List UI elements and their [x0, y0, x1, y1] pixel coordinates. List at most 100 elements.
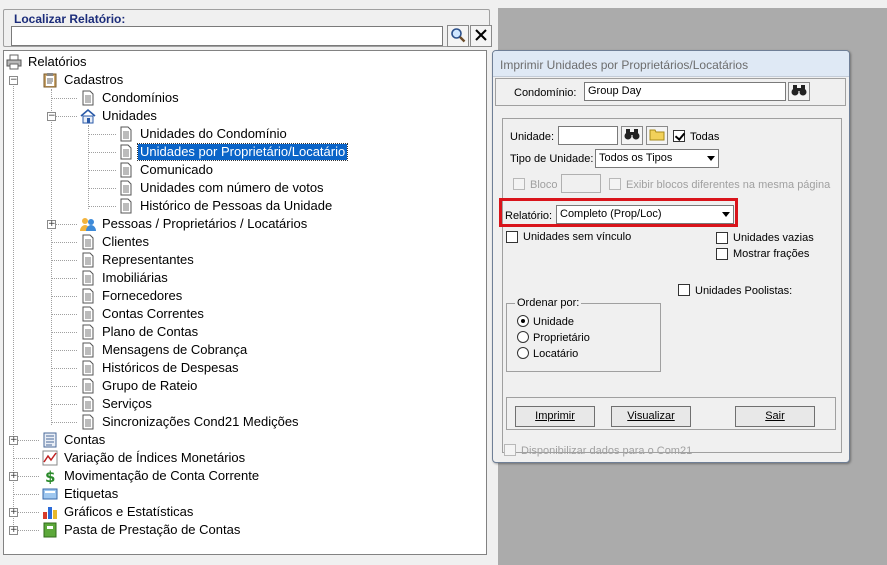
tree-node-variacao-indices[interactable]: Variação de Índices Monetários: [42, 449, 247, 467]
tree-connector: [51, 296, 77, 297]
tree-node-pessoas[interactable]: Pessoas / Proprietários / Locatários: [80, 215, 309, 233]
unidades-vazias-checkbox[interactable]: [716, 232, 728, 244]
unidade-folder-button[interactable]: [646, 126, 668, 145]
tree-label: Comunicado: [140, 162, 213, 177]
tree-node-unidades-do-condominio[interactable]: Unidades do Condomínio: [118, 125, 289, 143]
document-icon: [80, 396, 96, 412]
document-icon: [118, 162, 134, 178]
tree-node-movimentacao[interactable]: $ Movimentação de Conta Corrente: [42, 467, 261, 485]
tree-node-fornecedores[interactable]: Fornecedores: [80, 287, 184, 305]
tree-node-clientes[interactable]: Clientes: [80, 233, 151, 251]
folder-icon: [649, 127, 665, 144]
tree-node-imobiliarias[interactable]: Imobiliárias: [80, 269, 170, 287]
document-icon: [118, 180, 134, 196]
tree-node-relatorios[interactable]: Relatórios: [6, 53, 89, 71]
tree-label: Contas Correntes: [102, 306, 204, 321]
tree-connector: [51, 89, 52, 425]
tree-node-unidades[interactable]: Unidades: [80, 107, 159, 125]
tree-label: Históricos de Despesas: [102, 360, 239, 375]
expand-toggle-pessoas[interactable]: +: [47, 220, 56, 229]
condominio-field[interactable]: Group Day: [584, 82, 786, 101]
tree-label: Grupo de Rateio: [102, 378, 198, 393]
tree-label: Representantes: [102, 252, 194, 267]
tree-connector: [51, 278, 77, 279]
tree-node-historico-de-pessoas[interactable]: Histórico de Pessoas da Unidade: [118, 197, 334, 215]
mostrar-fracoes-checkbox[interactable]: [716, 248, 728, 260]
bloco-label: Bloco: [530, 179, 558, 191]
condominio-search-button[interactable]: [788, 82, 810, 101]
tree-node-servicos[interactable]: Serviços: [80, 395, 154, 413]
unidades-poolistas-checkbox[interactable]: [678, 284, 690, 296]
imprimir-button[interactable]: Imprimir: [515, 406, 595, 427]
ordenar-proprietario-radio[interactable]: [517, 331, 529, 343]
tree-node-contas[interactable]: Contas: [42, 431, 107, 449]
tree-label: Unidades por Proprietário/Locatário: [136, 143, 349, 161]
tree-node-cadastros[interactable]: Cadastros: [42, 71, 125, 89]
todas-checkbox[interactable]: [673, 130, 685, 142]
tree-node-unidades-com-numero-de-votos[interactable]: Unidades com número de votos: [118, 179, 326, 197]
todas-label: Todas: [690, 131, 720, 143]
ordenar-unidade-radio[interactable]: [517, 315, 529, 327]
search-input[interactable]: [11, 26, 443, 46]
tree-node-unidades-por-proprietario-locatario[interactable]: Unidades por Proprietário/Locatário: [118, 143, 349, 161]
tree-label: Unidades do Condomínio: [140, 126, 287, 141]
document-icon: [80, 90, 96, 106]
tree-label: Movimentação de Conta Corrente: [64, 468, 260, 483]
tree-connector: [88, 125, 89, 209]
tree-node-sincronizacoes[interactable]: Sincronizações Cond21 Medições: [80, 413, 301, 431]
expand-toggle-pasta[interactable]: +: [9, 526, 18, 535]
dialog-title: Imprimir Unidades por Proprietários/Loca…: [493, 51, 849, 77]
tree-node-pasta-prestacao[interactable]: Pasta de Prestação de Contas: [42, 521, 242, 539]
tree-connector: [51, 404, 77, 405]
expand-toggle-movimentacao[interactable]: +: [9, 472, 18, 481]
tree-node-etiquetas[interactable]: Etiquetas: [42, 485, 120, 503]
visualizar-button[interactable]: Visualizar: [611, 406, 691, 427]
expand-toggle-contas[interactable]: +: [9, 436, 18, 445]
search-button[interactable]: [447, 25, 469, 47]
print-dialog: Imprimir Unidades por Proprietários/Loca…: [492, 50, 850, 463]
unidade-field[interactable]: [558, 126, 618, 145]
report-tree[interactable]: Relatórios − Cadastros Condomínios − Uni…: [3, 50, 487, 555]
sem-vinculo-label: Unidades sem vínculo: [523, 231, 632, 243]
document-icon: [118, 126, 134, 142]
unidades-vazias-label: Unidades vazias: [733, 232, 814, 244]
tree-node-contas-correntes[interactable]: Contas Correntes: [80, 305, 206, 323]
tree-connector: [13, 494, 39, 495]
tree-connector: [51, 332, 77, 333]
binder-icon: [42, 522, 58, 538]
expand-toggle-graficos[interactable]: +: [9, 508, 18, 517]
tree-label: Serviços: [102, 396, 152, 411]
exibir-blocos-checkbox[interactable]: [609, 178, 621, 190]
document-icon: [118, 144, 134, 160]
tree-node-plano-de-contas[interactable]: Plano de Contas: [80, 323, 200, 341]
tipo-unidade-select[interactable]: Todos os Tipos: [595, 149, 719, 168]
tree-node-graficos[interactable]: Gráficos e Estatísticas: [42, 503, 195, 521]
ordenar-proprietario-label: Proprietário: [533, 332, 590, 344]
clipboard-icon: [42, 72, 58, 88]
ordenar-locatario-radio[interactable]: [517, 347, 529, 359]
exibir-blocos-label: Exibir blocos diferentes na mesma página: [626, 179, 831, 191]
clear-search-button[interactable]: [470, 25, 492, 47]
document-icon: [80, 252, 96, 268]
bloco-checkbox[interactable]: [513, 178, 525, 190]
unidade-search-button[interactable]: [621, 126, 643, 145]
com21-checkbox[interactable]: [504, 444, 516, 456]
collapse-toggle-unidades[interactable]: −: [47, 112, 56, 121]
document-icon: [118, 198, 134, 214]
tree-node-representantes[interactable]: Representantes: [80, 251, 196, 269]
tree-node-condominios[interactable]: Condomínios: [80, 89, 181, 107]
tree-node-historicos-de-despesas[interactable]: Históricos de Despesas: [80, 359, 241, 377]
document-icon: [80, 378, 96, 394]
collapse-toggle-cadastros[interactable]: −: [9, 76, 18, 85]
document-icon: [80, 288, 96, 304]
tree-node-grupo-de-rateio[interactable]: Grupo de Rateio: [80, 377, 199, 395]
sem-vinculo-checkbox[interactable]: [506, 231, 518, 243]
sair-button[interactable]: Sair: [735, 406, 815, 427]
bar-chart-icon: [42, 504, 58, 520]
bloco-field[interactable]: [561, 174, 601, 193]
tree-node-mensagens-de-cobranca[interactable]: Mensagens de Cobrança: [80, 341, 249, 359]
tree-node-comunicado[interactable]: Comunicado: [118, 161, 215, 179]
close-icon: [474, 28, 488, 45]
document-icon: [80, 306, 96, 322]
condominio-label: Condomínio:: [514, 87, 577, 99]
